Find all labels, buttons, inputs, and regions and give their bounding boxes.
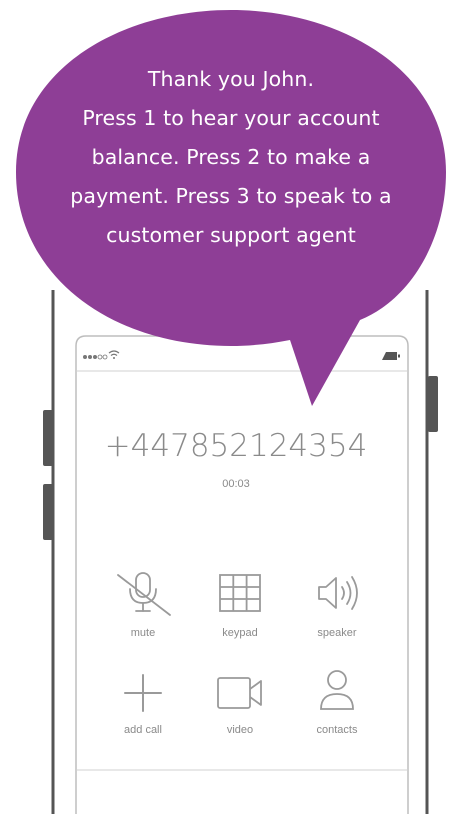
add-call-button[interactable]: [98, 664, 188, 754]
contacts-button[interactable]: [292, 664, 382, 754]
bubble-line: Thank you John.: [147, 67, 315, 91]
add-call-label: add call: [124, 724, 162, 736]
bubble-line: balance. Press 2 to make a: [91, 145, 371, 169]
speaker-button[interactable]: [292, 565, 382, 655]
add-call-icon: [124, 674, 162, 712]
contacts-label: contacts: [316, 724, 358, 736]
speaker-icon: [318, 576, 358, 610]
bubble-line: customer support agent: [106, 223, 356, 247]
bubble-message: Thank you John. Press 1 to hear your acc…: [40, 60, 422, 255]
speaker-label: speaker: [317, 627, 357, 639]
mute-button[interactable]: [98, 565, 188, 655]
phone-number: +447852124354: [104, 428, 368, 464]
stage: Thank you John. Press 1 to hear your acc…: [0, 0, 462, 814]
mute-label: mute: [130, 627, 156, 639]
mute-icon: [117, 572, 171, 616]
video-button[interactable]: [195, 664, 285, 754]
bubble-line: Press 1 to hear your account: [82, 106, 380, 130]
call-timer: 00:03: [222, 478, 250, 490]
video-icon: [217, 677, 262, 709]
contacts-icon: [320, 670, 354, 710]
keypad-icon: [219, 574, 261, 612]
keypad-label: keypad: [222, 627, 258, 639]
video-label: video: [226, 724, 254, 736]
bubble-line: payment. Press 3 to speak to a: [70, 184, 392, 208]
keypad-button[interactable]: [195, 565, 285, 655]
